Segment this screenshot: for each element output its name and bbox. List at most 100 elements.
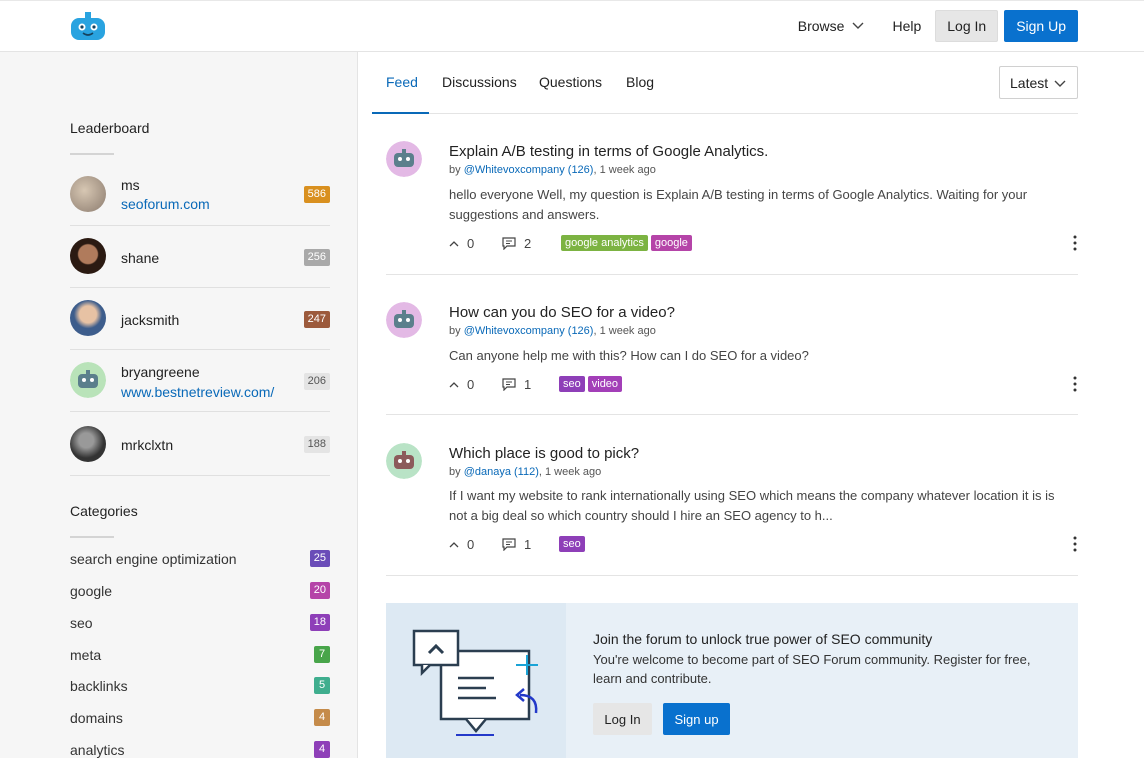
tag-badge[interactable]: google analytics bbox=[561, 235, 648, 251]
leaderboard-name[interactable]: shane bbox=[121, 250, 159, 266]
banner-signup-button[interactable]: Sign up bbox=[663, 703, 730, 735]
leaderboard-name[interactable]: ms bbox=[121, 177, 140, 193]
tag-badge[interactable]: video bbox=[587, 376, 623, 392]
post-item: Explain A/B testing in terms of Google A… bbox=[386, 141, 1078, 275]
post-actions: 0 1 seo video bbox=[449, 376, 625, 392]
upvote-button[interactable]: 0 bbox=[449, 236, 502, 251]
category-name[interactable]: backlinks bbox=[70, 678, 128, 694]
tab-feed[interactable]: Feed bbox=[386, 74, 418, 90]
author-link[interactable]: @Whitevoxcompany (126) bbox=[464, 325, 594, 337]
robot-logo-icon[interactable] bbox=[70, 12, 106, 42]
discussion-illustration-icon bbox=[412, 629, 538, 736]
category-name[interactable]: google bbox=[70, 583, 112, 599]
category-item[interactable]: search engine optimization 25 bbox=[70, 550, 330, 570]
comment-icon bbox=[502, 236, 516, 250]
comments-button[interactable]: 1 bbox=[502, 377, 559, 392]
category-item[interactable]: meta 7 bbox=[70, 646, 330, 666]
tag-badge[interactable]: seo bbox=[559, 536, 585, 552]
login-button[interactable]: Log In bbox=[935, 9, 999, 42]
tab-questions[interactable]: Questions bbox=[539, 74, 602, 90]
tab-discussions[interactable]: Discussions bbox=[442, 74, 517, 90]
more-options-icon[interactable] bbox=[1072, 535, 1078, 553]
leaderboard-name[interactable]: bryangreene bbox=[121, 364, 200, 380]
chevron-up-icon bbox=[449, 541, 459, 547]
help-link[interactable]: Help bbox=[892, 18, 921, 34]
score-badge: 256 bbox=[303, 249, 330, 266]
sort-dropdown[interactable]: Latest bbox=[999, 66, 1078, 99]
leaderboard-link[interactable]: www.bestnetreview.com/ bbox=[121, 384, 274, 400]
category-item[interactable]: analytics 4 bbox=[70, 741, 330, 758]
post-meta: by @Whitevoxcompany (126), 1 week ago bbox=[449, 325, 656, 337]
leaderboard-name[interactable]: mrkclxtn bbox=[121, 437, 173, 453]
leaderboard-row[interactable]: shane 256 bbox=[70, 226, 330, 288]
category-count: 4 bbox=[314, 709, 330, 726]
author-link[interactable]: @Whitevoxcompany (126) bbox=[464, 164, 594, 176]
signup-button[interactable]: Sign Up bbox=[1004, 9, 1078, 42]
chevron-up-icon bbox=[449, 240, 459, 246]
banner-illustration bbox=[386, 603, 566, 758]
leaderboard-row[interactable]: ms seoforum.com 586 bbox=[70, 164, 330, 226]
browse-menu[interactable]: Browse bbox=[798, 18, 865, 34]
category-name[interactable]: meta bbox=[70, 647, 101, 663]
category-name[interactable]: analytics bbox=[70, 742, 124, 758]
post-excerpt: hello everyone Well, my question is Expl… bbox=[449, 187, 1028, 222]
browse-label: Browse bbox=[797, 17, 845, 34]
active-tab-indicator bbox=[372, 112, 429, 114]
tag-badge[interactable]: google bbox=[650, 235, 692, 251]
upvote-button[interactable]: 0 bbox=[449, 377, 502, 392]
post-title[interactable]: Which place is good to pick? bbox=[449, 445, 639, 462]
category-item[interactable]: seo 18 bbox=[70, 614, 330, 634]
sidebar: Leaderboard ms seoforum.com 586 shane 25… bbox=[0, 52, 358, 758]
leaderboard-link[interactable]: seoforum.com bbox=[121, 196, 210, 212]
comments-button[interactable]: 2 bbox=[502, 236, 561, 251]
category-name[interactable]: search engine optimization bbox=[70, 551, 237, 567]
leaderboard-row[interactable]: bryangreene www.bestnetreview.com/ 206 bbox=[70, 350, 330, 412]
divider bbox=[70, 153, 114, 155]
top-header: Browse Help Log In Sign Up bbox=[0, 0, 1144, 52]
category-count: 25 bbox=[309, 550, 330, 567]
comment-icon bbox=[502, 377, 516, 391]
category-item[interactable]: backlinks 5 bbox=[70, 677, 330, 697]
vote-count: 0 bbox=[467, 235, 475, 251]
tab-blog[interactable]: Blog bbox=[626, 74, 654, 90]
category-item[interactable]: domains 4 bbox=[70, 709, 330, 729]
leaderboard-row[interactable]: mrkclxtn 188 bbox=[70, 414, 330, 476]
more-options-icon[interactable] bbox=[1072, 375, 1078, 393]
post-title[interactable]: How can you do SEO for a video? bbox=[449, 304, 675, 321]
comment-count: 1 bbox=[524, 376, 532, 392]
robot-avatar-icon[interactable] bbox=[386, 302, 422, 338]
banner-login-button[interactable]: Log In bbox=[593, 703, 652, 735]
post-time: , 1 week ago bbox=[538, 466, 602, 478]
category-name[interactable]: domains bbox=[70, 710, 123, 726]
category-name[interactable]: seo bbox=[70, 615, 93, 631]
avatar[interactable] bbox=[70, 426, 106, 462]
vote-count: 0 bbox=[467, 536, 475, 552]
robot-avatar-icon[interactable] bbox=[70, 362, 106, 398]
vote-count: 0 bbox=[467, 376, 475, 392]
divider bbox=[70, 536, 114, 538]
leaderboard-name[interactable]: jacksmith bbox=[121, 312, 179, 328]
post-time: , 1 week ago bbox=[593, 164, 656, 176]
post-excerpt: Can anyone help me with this? How can I … bbox=[449, 348, 809, 363]
post-actions: 0 2 google analytics google bbox=[449, 235, 695, 251]
more-options-icon[interactable] bbox=[1072, 234, 1078, 252]
robot-avatar-icon[interactable] bbox=[386, 141, 422, 177]
comments-button[interactable]: 1 bbox=[502, 537, 559, 552]
avatar[interactable] bbox=[70, 300, 106, 336]
post-title[interactable]: Explain A/B testing in terms of Google A… bbox=[449, 143, 768, 160]
upvote-button[interactable]: 0 bbox=[449, 537, 502, 552]
robot-avatar-icon[interactable] bbox=[386, 443, 422, 479]
category-item[interactable]: google 20 bbox=[70, 582, 330, 602]
category-count: 7 bbox=[314, 646, 330, 663]
sort-label: Latest bbox=[1010, 75, 1049, 91]
post-meta: by @Whitevoxcompany (126), 1 week ago bbox=[449, 164, 656, 176]
author-link[interactable]: @danaya (112) bbox=[464, 466, 539, 478]
avatar[interactable] bbox=[70, 176, 106, 212]
tag-badge[interactable]: seo bbox=[559, 376, 585, 392]
avatar[interactable] bbox=[70, 238, 106, 274]
comment-count: 2 bbox=[524, 235, 532, 251]
meta-by: by bbox=[449, 164, 464, 176]
score-badge: 188 bbox=[303, 436, 330, 453]
post-item: Which place is good to pick? by @danaya … bbox=[386, 443, 1078, 576]
leaderboard-row[interactable]: jacksmith 247 bbox=[70, 288, 330, 350]
